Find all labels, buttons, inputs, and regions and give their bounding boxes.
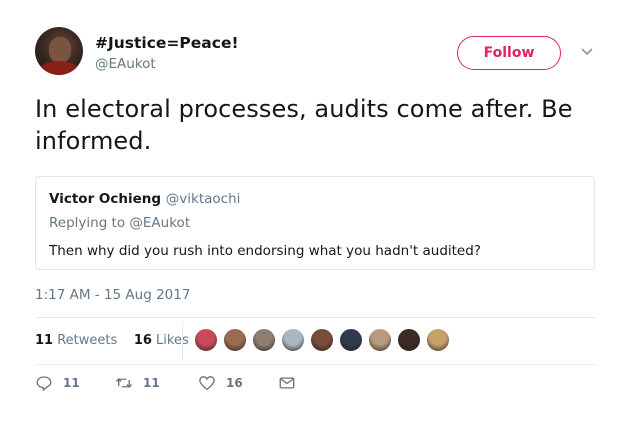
quoted-author-handle: @viktaochi xyxy=(165,191,241,207)
quoted-replying-to: Replying to @EAukot xyxy=(49,215,191,231)
likes-count: 16 xyxy=(133,333,152,348)
stats-separator xyxy=(182,322,183,360)
liker-avatar[interactable] xyxy=(280,327,306,353)
heart-icon xyxy=(199,376,215,391)
like-action[interactable]: 16 xyxy=(198,374,243,392)
envelope-icon xyxy=(279,377,295,389)
liker-avatar[interactable] xyxy=(338,327,364,353)
reply-count: 11 xyxy=(63,376,80,390)
liker-avatar[interactable] xyxy=(367,327,393,353)
liker-avatar[interactable] xyxy=(309,327,335,353)
quoted-author[interactable]: Victor Ochieng @viktaochi xyxy=(49,191,240,207)
liker-avatar[interactable] xyxy=(396,327,422,353)
reply-icon xyxy=(36,376,52,391)
reply-action[interactable]: 11 xyxy=(35,374,80,392)
like-count: 16 xyxy=(226,376,243,390)
chevron-down-icon[interactable] xyxy=(580,46,594,58)
author-avatar[interactable] xyxy=(35,27,83,75)
author-name[interactable]: #Justice=Peace! xyxy=(95,34,239,52)
retweet-action[interactable]: 11 xyxy=(115,374,160,392)
quoted-tweet[interactable]: Victor Ochieng @viktaochi Replying to @E… xyxy=(35,176,595,270)
divider-top xyxy=(35,317,597,318)
quoted-text: Then why did you rush into endorsing wha… xyxy=(49,243,481,259)
retweets-stat[interactable]: 11 Retweets xyxy=(35,333,117,348)
avatar-shirt xyxy=(39,61,79,75)
author-handle[interactable]: @EAukot xyxy=(95,56,156,72)
liker-avatar[interactable] xyxy=(193,327,219,353)
quoted-author-name: Victor Ochieng xyxy=(49,191,162,207)
avatar-face xyxy=(49,37,71,63)
tweet-timestamp[interactable]: 1:17 AM - 15 Aug 2017 xyxy=(35,287,190,303)
retweet-icon xyxy=(115,377,133,389)
retweets-count: 11 xyxy=(35,333,54,348)
message-action[interactable] xyxy=(278,374,306,392)
divider-bottom xyxy=(35,364,597,365)
retweet-count: 11 xyxy=(143,376,160,390)
likes-stat[interactable]: 16 Likes xyxy=(134,333,189,348)
liker-avatar[interactable] xyxy=(251,327,277,353)
tweet-text: In electoral processes, audits come afte… xyxy=(35,95,573,155)
follow-button[interactable]: Follow xyxy=(457,36,561,70)
retweets-label: Retweets xyxy=(57,333,118,348)
engagement-stats: 11 Retweets 16 Likes xyxy=(35,333,189,348)
liker-avatar[interactable] xyxy=(222,327,248,353)
liker-avatar[interactable] xyxy=(425,327,451,353)
likes-label: Likes xyxy=(156,333,189,348)
